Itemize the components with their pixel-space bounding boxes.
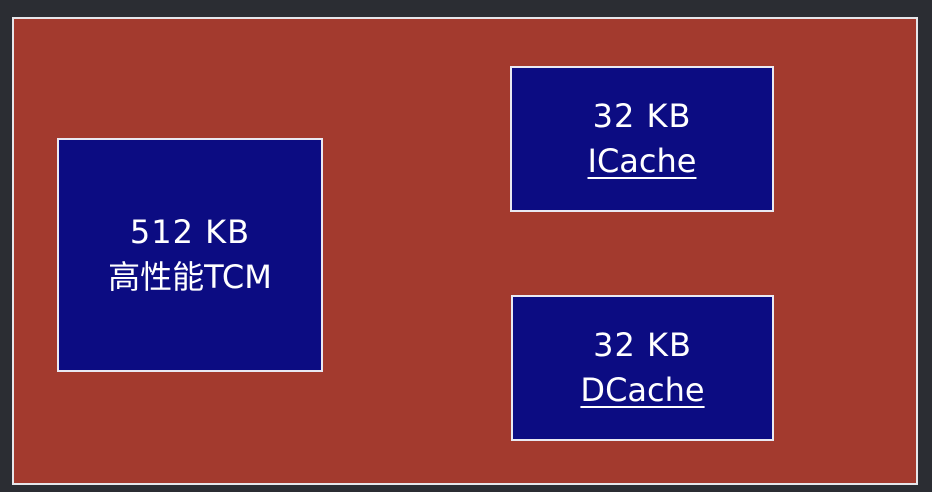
tcm-name-label: 高性能TCM	[108, 258, 272, 296]
icache-name-link[interactable]: ICache	[588, 138, 697, 184]
tcm-size-label: 512 KB	[129, 213, 251, 251]
dcache-block: 32 KB DCache	[511, 295, 774, 441]
icache-block: 32 KB ICache	[510, 66, 774, 212]
memory-layout-frame: 512 KB 高性能TCM 32 KB ICache 32 KB DCache	[12, 17, 918, 485]
dcache-name-link[interactable]: DCache	[580, 367, 704, 413]
dcache-size-label: 32 KB	[593, 326, 692, 364]
tcm-block: 512 KB 高性能TCM	[57, 138, 323, 372]
icache-size-label: 32 KB	[592, 97, 692, 135]
